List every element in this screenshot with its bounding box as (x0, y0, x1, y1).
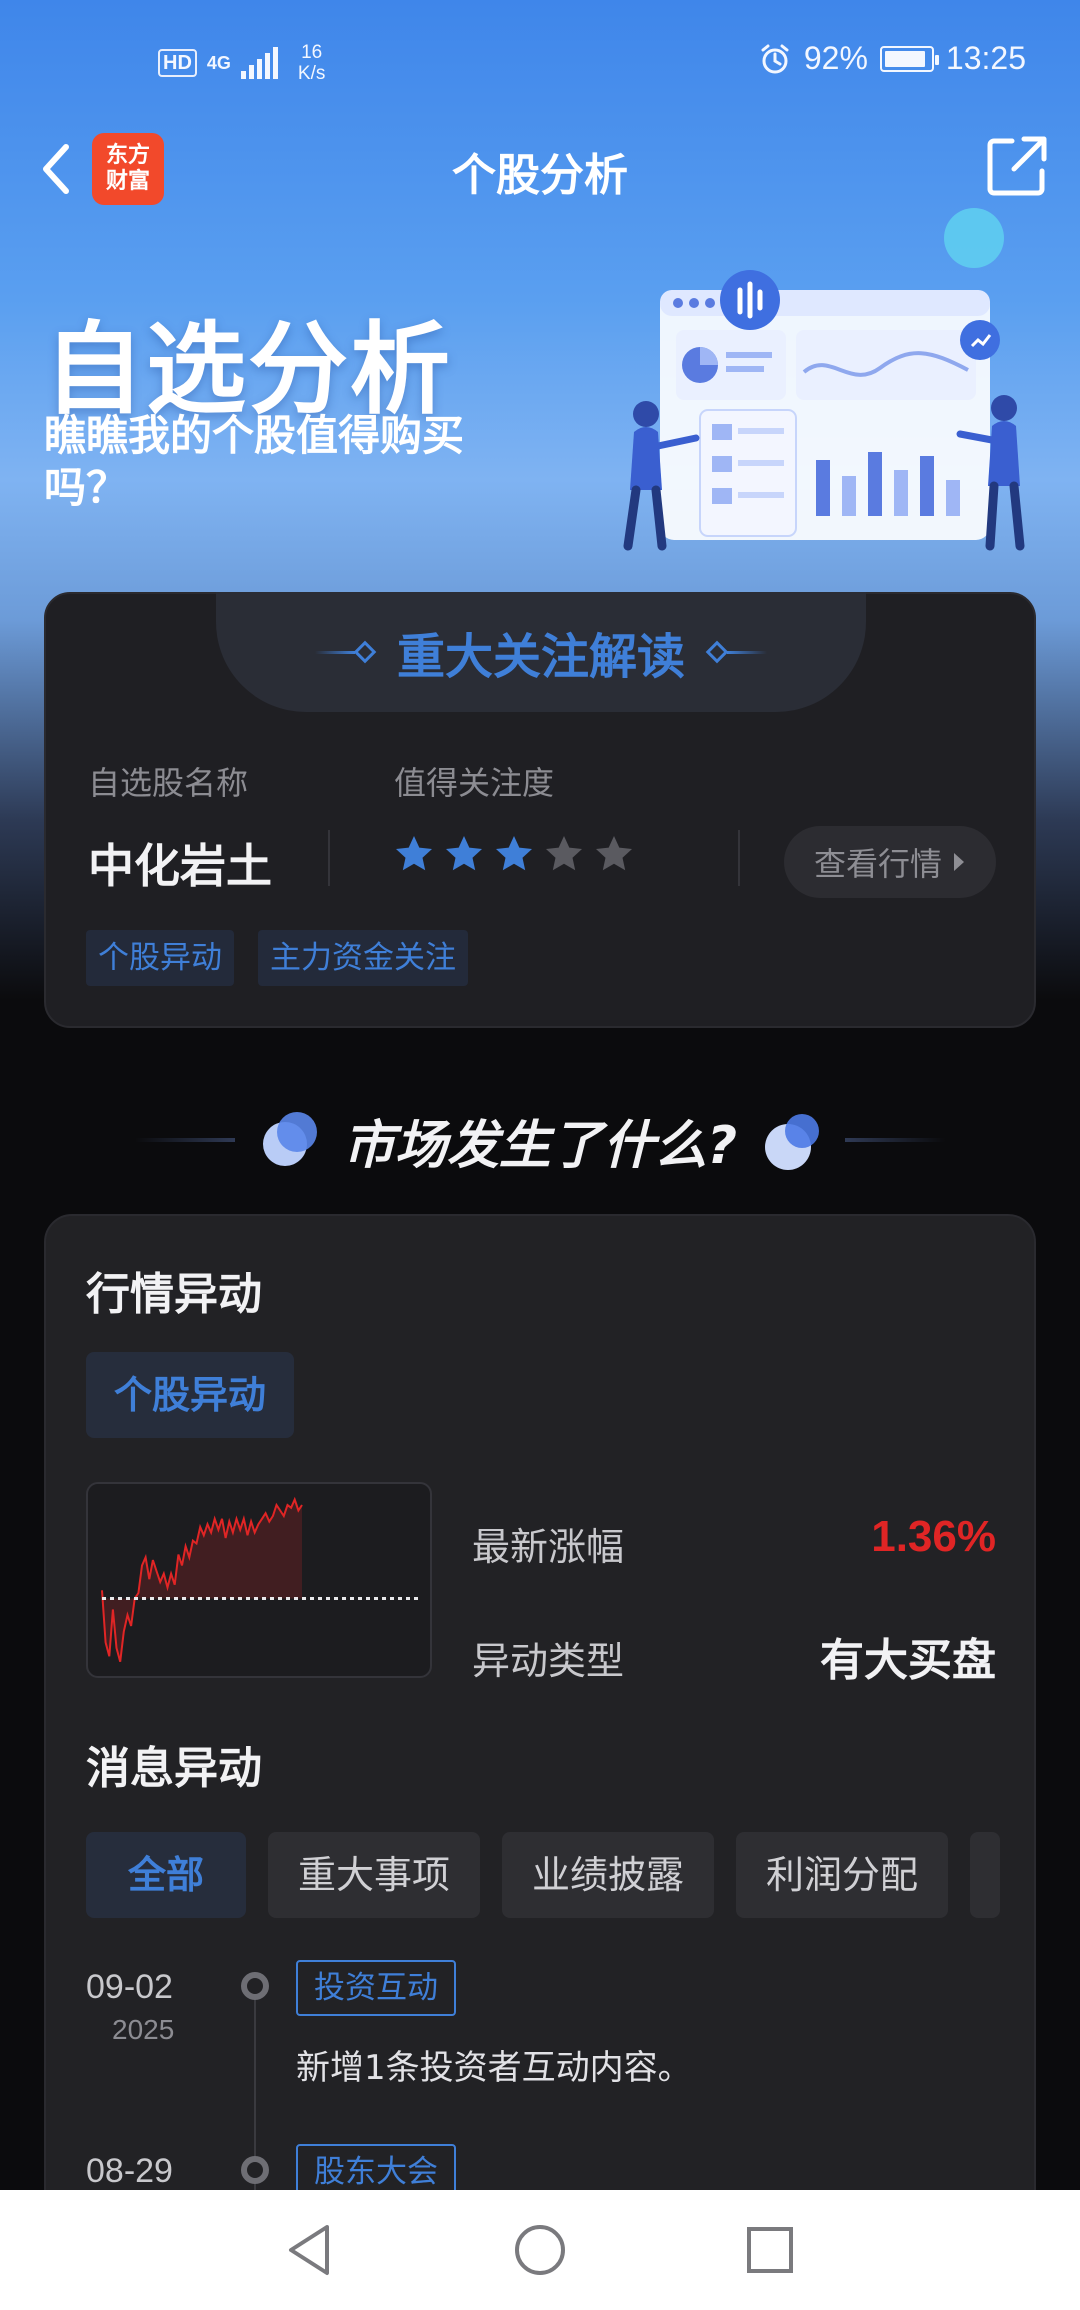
status-right: 92% 13:25 (758, 40, 1026, 77)
decor-left-icon (314, 640, 377, 664)
share-icon[interactable] (984, 133, 1050, 199)
analytics-illustration (623, 208, 1025, 551)
battery-percent: 92% (803, 40, 868, 76)
filter-major-events[interactable]: 重大事项 (268, 1832, 481, 1918)
nav-home-button[interactable] (495, 2205, 585, 2295)
timeline-date: 09-02 (86, 1968, 173, 2006)
banner-subtitle: 瞧瞧我的个股值得购买吗？ (44, 411, 465, 512)
market-card: 行情异动 个股异动 最新涨幅 1.36% 异动类型 有大买盘 消息异动 全部 重… (44, 1214, 1036, 2310)
network-speed: 16 K/s (298, 42, 325, 84)
filter-dividend[interactable]: 利润分配 (736, 1832, 949, 1918)
star-empty-icon (546, 836, 582, 871)
decor-line (845, 1138, 946, 1142)
tag-stock-anomaly[interactable]: 个股异动 (86, 930, 234, 986)
page-title: 个股分析 (452, 150, 628, 201)
anomaly-type-value: 有大买盘 (820, 1635, 996, 1686)
decor-right-icon (705, 640, 767, 664)
star-filled-icon (396, 836, 432, 871)
filter-all[interactable]: 全部 (86, 1832, 247, 1918)
bubble-icon (761, 1110, 821, 1170)
tag-main-capital[interactable]: 主力资金关注 (258, 930, 468, 986)
section-header: 市场发生了什么? (0, 1100, 1080, 1180)
network-type: 4G (206, 52, 231, 73)
speed-value: 16 (301, 42, 323, 63)
intraday-chart[interactable] (86, 1482, 432, 1678)
stock-name[interactable]: 中化岩土 (88, 830, 272, 896)
attention-rating (394, 834, 634, 874)
timeline-dot (241, 1972, 269, 2000)
speed-unit: K/s (297, 63, 326, 84)
attention-label: 值得关注度 (394, 764, 555, 802)
anomaly-type-label: 异动类型 (472, 1639, 625, 1683)
timeline-text: 新增1条投资者互动内容。 (296, 2048, 692, 2088)
system-nav-bar (0, 2190, 1080, 2310)
latest-change-value: 1.36% (871, 1512, 996, 1561)
star-empty-icon (596, 836, 632, 871)
divider (328, 830, 330, 886)
triangle-back-icon (289, 2225, 329, 2275)
signal-icon (240, 47, 278, 79)
focus-card-header: 重大关注解读 (216, 592, 866, 712)
section-title: 市场发生了什么? (342, 1115, 738, 1176)
nav-recents-button[interactable] (725, 2205, 815, 2295)
decor-line (134, 1138, 235, 1142)
timeline-date: 08-29 (86, 2152, 173, 2190)
focus-tags: 个股异动 主力资金关注 (86, 930, 468, 986)
timeline-year: 2025 (112, 2014, 175, 2045)
timeline-tag: 投资互动 (296, 1960, 456, 2016)
nav-back-button[interactable] (265, 2205, 355, 2295)
clock: 13:25 (945, 40, 1026, 76)
square-recents-icon (747, 2227, 793, 2273)
alarm-icon (761, 44, 789, 73)
hd-indicator: HD (158, 49, 197, 77)
status-bar: HD 4G 16 K/s 92% 13:25 (0, 30, 1080, 94)
view-quote-button[interactable]: 查看行情 (784, 826, 996, 898)
chart-area (102, 1499, 302, 1662)
market-anomaly-title: 行情异动 (86, 1269, 262, 1320)
divider (738, 830, 740, 886)
stock-name-label: 自选股名称 (88, 764, 249, 802)
news-anomaly-title: 消息异动 (86, 1743, 262, 1794)
focus-card: 重大关注解读 自选股名称 值得关注度 中化岩土 查看行情 个股异动 主力资金关注 (44, 592, 1036, 1028)
filter-earnings[interactable]: 业绩披露 (502, 1832, 715, 1918)
timeline-dot (241, 2156, 269, 2184)
focus-card-title: 重大关注解读 (396, 629, 685, 685)
circle-home-icon (515, 2225, 565, 2275)
latest-change-label: 最新涨幅 (472, 1525, 625, 1569)
market-anomaly-tag[interactable]: 个股异动 (86, 1352, 295, 1438)
intraday-chart-svg (101, 1496, 420, 1662)
star-filled-icon (496, 836, 532, 871)
battery-icon (879, 45, 939, 72)
filter-more[interactable] (970, 1832, 1001, 1918)
news-filter-tabs: 全部 重大事项 业绩披露 利润分配 (86, 1832, 1038, 1920)
star-filled-icon (446, 836, 482, 871)
status-left: HD 4G 16 K/s (158, 42, 325, 84)
bubble-icon (259, 1110, 319, 1170)
view-quote-label: 查看行情 (813, 845, 942, 883)
caret-right-icon (954, 853, 964, 871)
